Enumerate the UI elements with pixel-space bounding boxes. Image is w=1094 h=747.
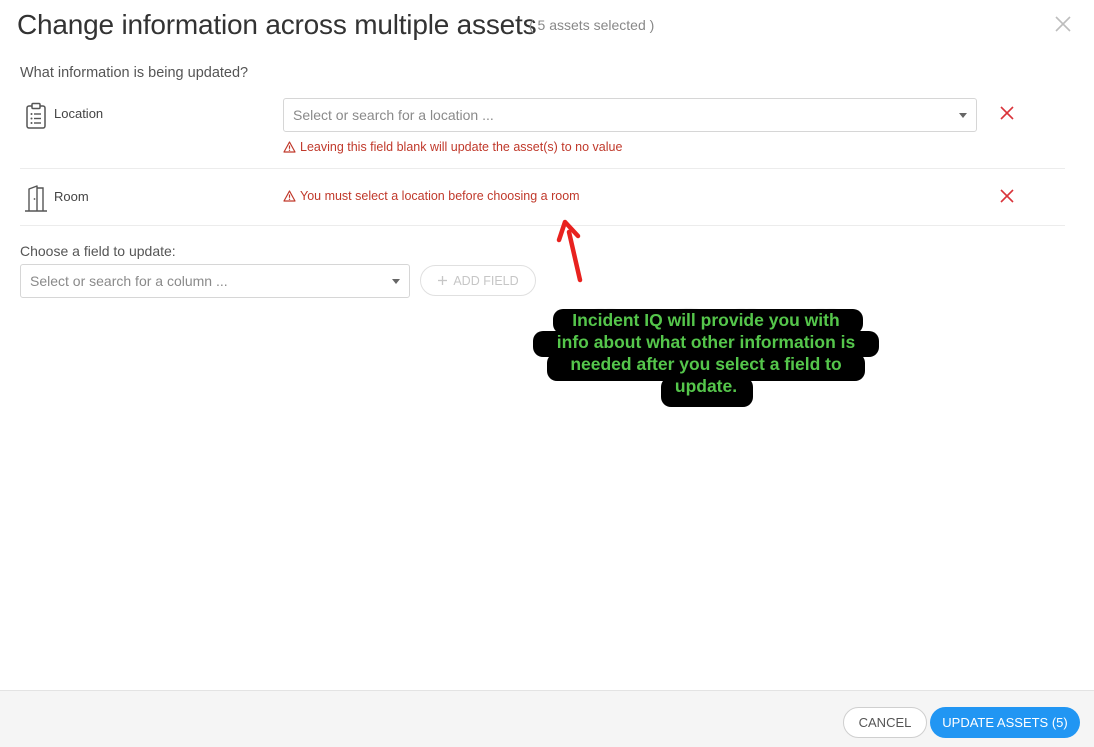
column-select[interactable]: Select or search for a column ... bbox=[20, 264, 410, 298]
remove-location-icon[interactable] bbox=[999, 105, 1015, 121]
field-label-room: Room bbox=[54, 189, 89, 204]
add-field-label: ADD FIELD bbox=[453, 273, 519, 288]
field-label-location: Location bbox=[54, 106, 104, 121]
annotation-line: info about what other information is bbox=[556, 332, 856, 352]
modal-footer: CANCEL UPDATE ASSETS (5) bbox=[0, 690, 1094, 747]
section-label: What information is being updated? bbox=[20, 65, 249, 81]
annotation-line: needed after you select a field to bbox=[570, 354, 842, 374]
plus-icon bbox=[438, 276, 448, 285]
warning-triangle-icon bbox=[283, 141, 296, 153]
add-field-button[interactable]: ADD FIELD bbox=[420, 265, 536, 296]
annotation-text: Incident IQ will provide you with info a… bbox=[533, 309, 879, 397]
annotation-line: Incident IQ will provide you with bbox=[572, 310, 840, 330]
location-warning-text: Leaving this field blank will update the… bbox=[300, 140, 623, 154]
location-select-placeholder: Select or search for a location ... bbox=[293, 107, 494, 123]
field-row-room: Room You must select a location before c… bbox=[20, 169, 1065, 226]
selection-count: ( 5 assets selected ) bbox=[529, 17, 655, 33]
remove-room-icon[interactable] bbox=[999, 188, 1015, 204]
update-assets-button[interactable]: UPDATE ASSETS (5) bbox=[930, 707, 1080, 738]
modal-title: Change information across multiple asset… bbox=[17, 9, 537, 40]
location-select[interactable]: Select or search for a location ... bbox=[283, 98, 977, 132]
room-warning: You must select a location before choosi… bbox=[283, 189, 580, 203]
modal-header: Change information across multiple asset… bbox=[0, 0, 1094, 56]
annotation-arrow bbox=[556, 219, 583, 283]
column-select-placeholder: Select or search for a column ... bbox=[30, 273, 228, 289]
close-icon[interactable] bbox=[1053, 14, 1073, 34]
choose-field-label: Choose a field to update: bbox=[20, 243, 176, 259]
room-warning-text: You must select a location before choosi… bbox=[300, 189, 580, 203]
chevron-down-icon bbox=[392, 279, 400, 284]
annotation-line: update. bbox=[674, 376, 738, 396]
cancel-button[interactable]: CANCEL bbox=[843, 707, 927, 738]
location-warning: Leaving this field blank will update the… bbox=[283, 140, 622, 154]
clipboard-list-icon bbox=[26, 102, 46, 129]
door-icon bbox=[25, 185, 47, 212]
field-row-location: Location Select or search for a location… bbox=[20, 94, 1065, 169]
warning-triangle-icon bbox=[283, 190, 296, 202]
chevron-down-icon bbox=[959, 113, 967, 118]
annotation-callout: Incident IQ will provide you with info a… bbox=[533, 309, 879, 407]
